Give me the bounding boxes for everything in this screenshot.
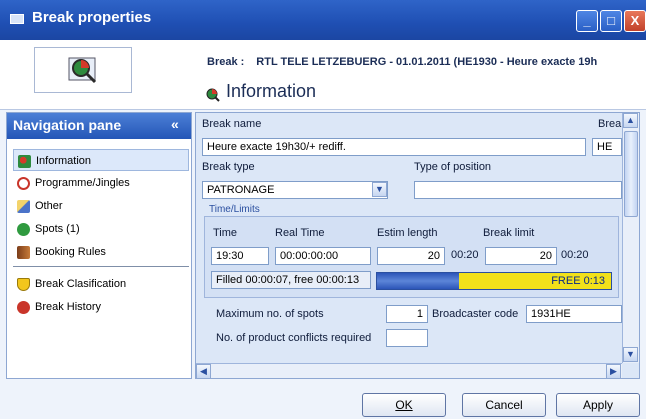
broadcaster-code-field[interactable]: 1931HE xyxy=(526,305,622,323)
estim-length-field[interactable]: 20 xyxy=(377,247,445,265)
break-value: RTL TELE LETZEBUERG - 01.01.2011 (HE1930… xyxy=(256,56,598,68)
real-time-label: Real Time xyxy=(275,227,325,239)
break-header: Break : RTL TELE LETZEBUERG - 01.01.2011 … xyxy=(207,56,597,68)
break-limit-label: Break limit xyxy=(483,227,535,239)
pencil-icon xyxy=(17,199,30,213)
break-name-field[interactable]: Heure exacte 19h30/+ rediff. xyxy=(202,138,586,156)
nav-item-label: Other xyxy=(35,200,63,212)
nav-item-label: Information xyxy=(36,155,92,167)
ok-button[interactable]: OK xyxy=(362,393,446,417)
magnifier-icon xyxy=(18,154,31,168)
break-fill-progress: FREE 0:13 xyxy=(376,272,612,290)
minimize-button[interactable]: _ xyxy=(576,10,598,32)
time-limits-label: Time/Limits xyxy=(209,204,260,215)
vertical-scroll-thumb[interactable] xyxy=(624,131,638,217)
type-of-position-label: Type of position xyxy=(414,161,492,173)
broadcaster-code-label: Broadcaster code xyxy=(432,308,519,320)
cancel-button[interactable]: Cancel xyxy=(462,393,546,417)
time-field[interactable]: 19:30 xyxy=(211,247,269,265)
max-spots-label: Maximum no. of spots xyxy=(216,308,324,320)
max-spots-field[interactable]: 1 xyxy=(386,305,428,323)
chevron-down-icon[interactable]: ▼ xyxy=(372,182,387,197)
nav-item-information[interactable]: Information xyxy=(13,149,189,171)
break-code-field[interactable]: HE xyxy=(592,138,622,156)
break-key: Break : xyxy=(207,56,245,68)
window-icon xyxy=(10,14,24,24)
nav-item-programme-jingles[interactable]: Programme/Jingles xyxy=(13,172,189,194)
filled-free-status: Filled 00:00:07, free 00:00:13 xyxy=(211,271,371,289)
nav-item-other[interactable]: Other xyxy=(13,195,189,217)
clock-icon xyxy=(17,176,30,190)
break-icon-box xyxy=(34,47,132,93)
scroll-left-icon[interactable]: ◀ xyxy=(196,364,211,378)
section-title: Information xyxy=(226,81,317,101)
time-label: Time xyxy=(213,227,238,239)
product-conflicts-label: No. of product conflicts required xyxy=(216,332,372,344)
maximize-button[interactable]: □ xyxy=(600,10,622,32)
nav-item-label: Programme/Jingles xyxy=(35,177,130,189)
nav-item-booking-rules[interactable]: Booking Rules xyxy=(13,241,189,263)
vertical-scrollbar[interactable]: ▲ ▼ xyxy=(622,113,639,363)
header: Break : RTL TELE LETZEBUERG - 01.01.2011 … xyxy=(0,40,646,110)
break-limit-time: 00:20 xyxy=(561,249,589,261)
apply-button[interactable]: Apply xyxy=(556,393,640,417)
close-button[interactable]: X xyxy=(624,10,646,32)
nav-item-label: Break Clasification xyxy=(35,278,127,290)
navigation-header: Navigation pane « xyxy=(7,113,191,139)
break-name-label: Break name xyxy=(202,118,262,130)
navigation-title: Navigation pane xyxy=(13,117,122,133)
scroll-up-icon[interactable]: ▲ xyxy=(623,113,638,128)
nav-item-label: Break History xyxy=(35,301,102,313)
estim-length-time: 00:20 xyxy=(451,249,479,261)
break-type-select[interactable]: PATRONAGE xyxy=(202,181,388,199)
history-icon xyxy=(17,300,30,314)
title-bar: Break properties _ □ X xyxy=(0,0,646,40)
scroll-down-icon[interactable]: ▼ xyxy=(623,347,638,362)
nav-item-label: Booking Rules xyxy=(35,246,106,258)
estim-length-label: Estim length xyxy=(377,227,438,239)
shield-icon xyxy=(17,277,30,291)
break-code-label: Brea xyxy=(598,118,622,130)
horizontal-scrollbar[interactable]: ◀ ▶ xyxy=(196,363,622,378)
book-icon xyxy=(17,245,30,259)
information-form: Break name Brea Heure exacte 19h30/+ red… xyxy=(195,112,640,379)
navigation-pane: Navigation pane « Information Programme/… xyxy=(6,112,192,379)
real-time-field[interactable]: 00:00:00:00 xyxy=(275,247,371,265)
product-conflicts-field[interactable] xyxy=(386,329,428,347)
play-icon xyxy=(17,222,30,236)
nav-item-break-clasification[interactable]: Break Clasification xyxy=(13,273,189,295)
nav-item-label: Spots (1) xyxy=(35,223,80,235)
type-of-position-field[interactable] xyxy=(414,181,622,199)
break-type-label: Break type xyxy=(202,161,255,173)
break-limit-field[interactable]: 20 xyxy=(485,247,557,265)
collapse-pane-button[interactable]: « xyxy=(171,116,179,132)
progress-filled xyxy=(377,273,459,289)
nav-item-spots[interactable]: Spots (1) xyxy=(13,218,189,240)
information-icon xyxy=(206,88,220,102)
nav-item-break-history[interactable]: Break History xyxy=(13,296,189,318)
progress-free: FREE 0:13 xyxy=(459,273,611,289)
ok-label: OK xyxy=(395,398,413,412)
scroll-right-icon[interactable]: ▶ xyxy=(606,364,621,378)
window-title: Break properties xyxy=(32,9,152,26)
nav-separator xyxy=(13,266,189,267)
magnifier-chart-icon xyxy=(68,57,97,84)
